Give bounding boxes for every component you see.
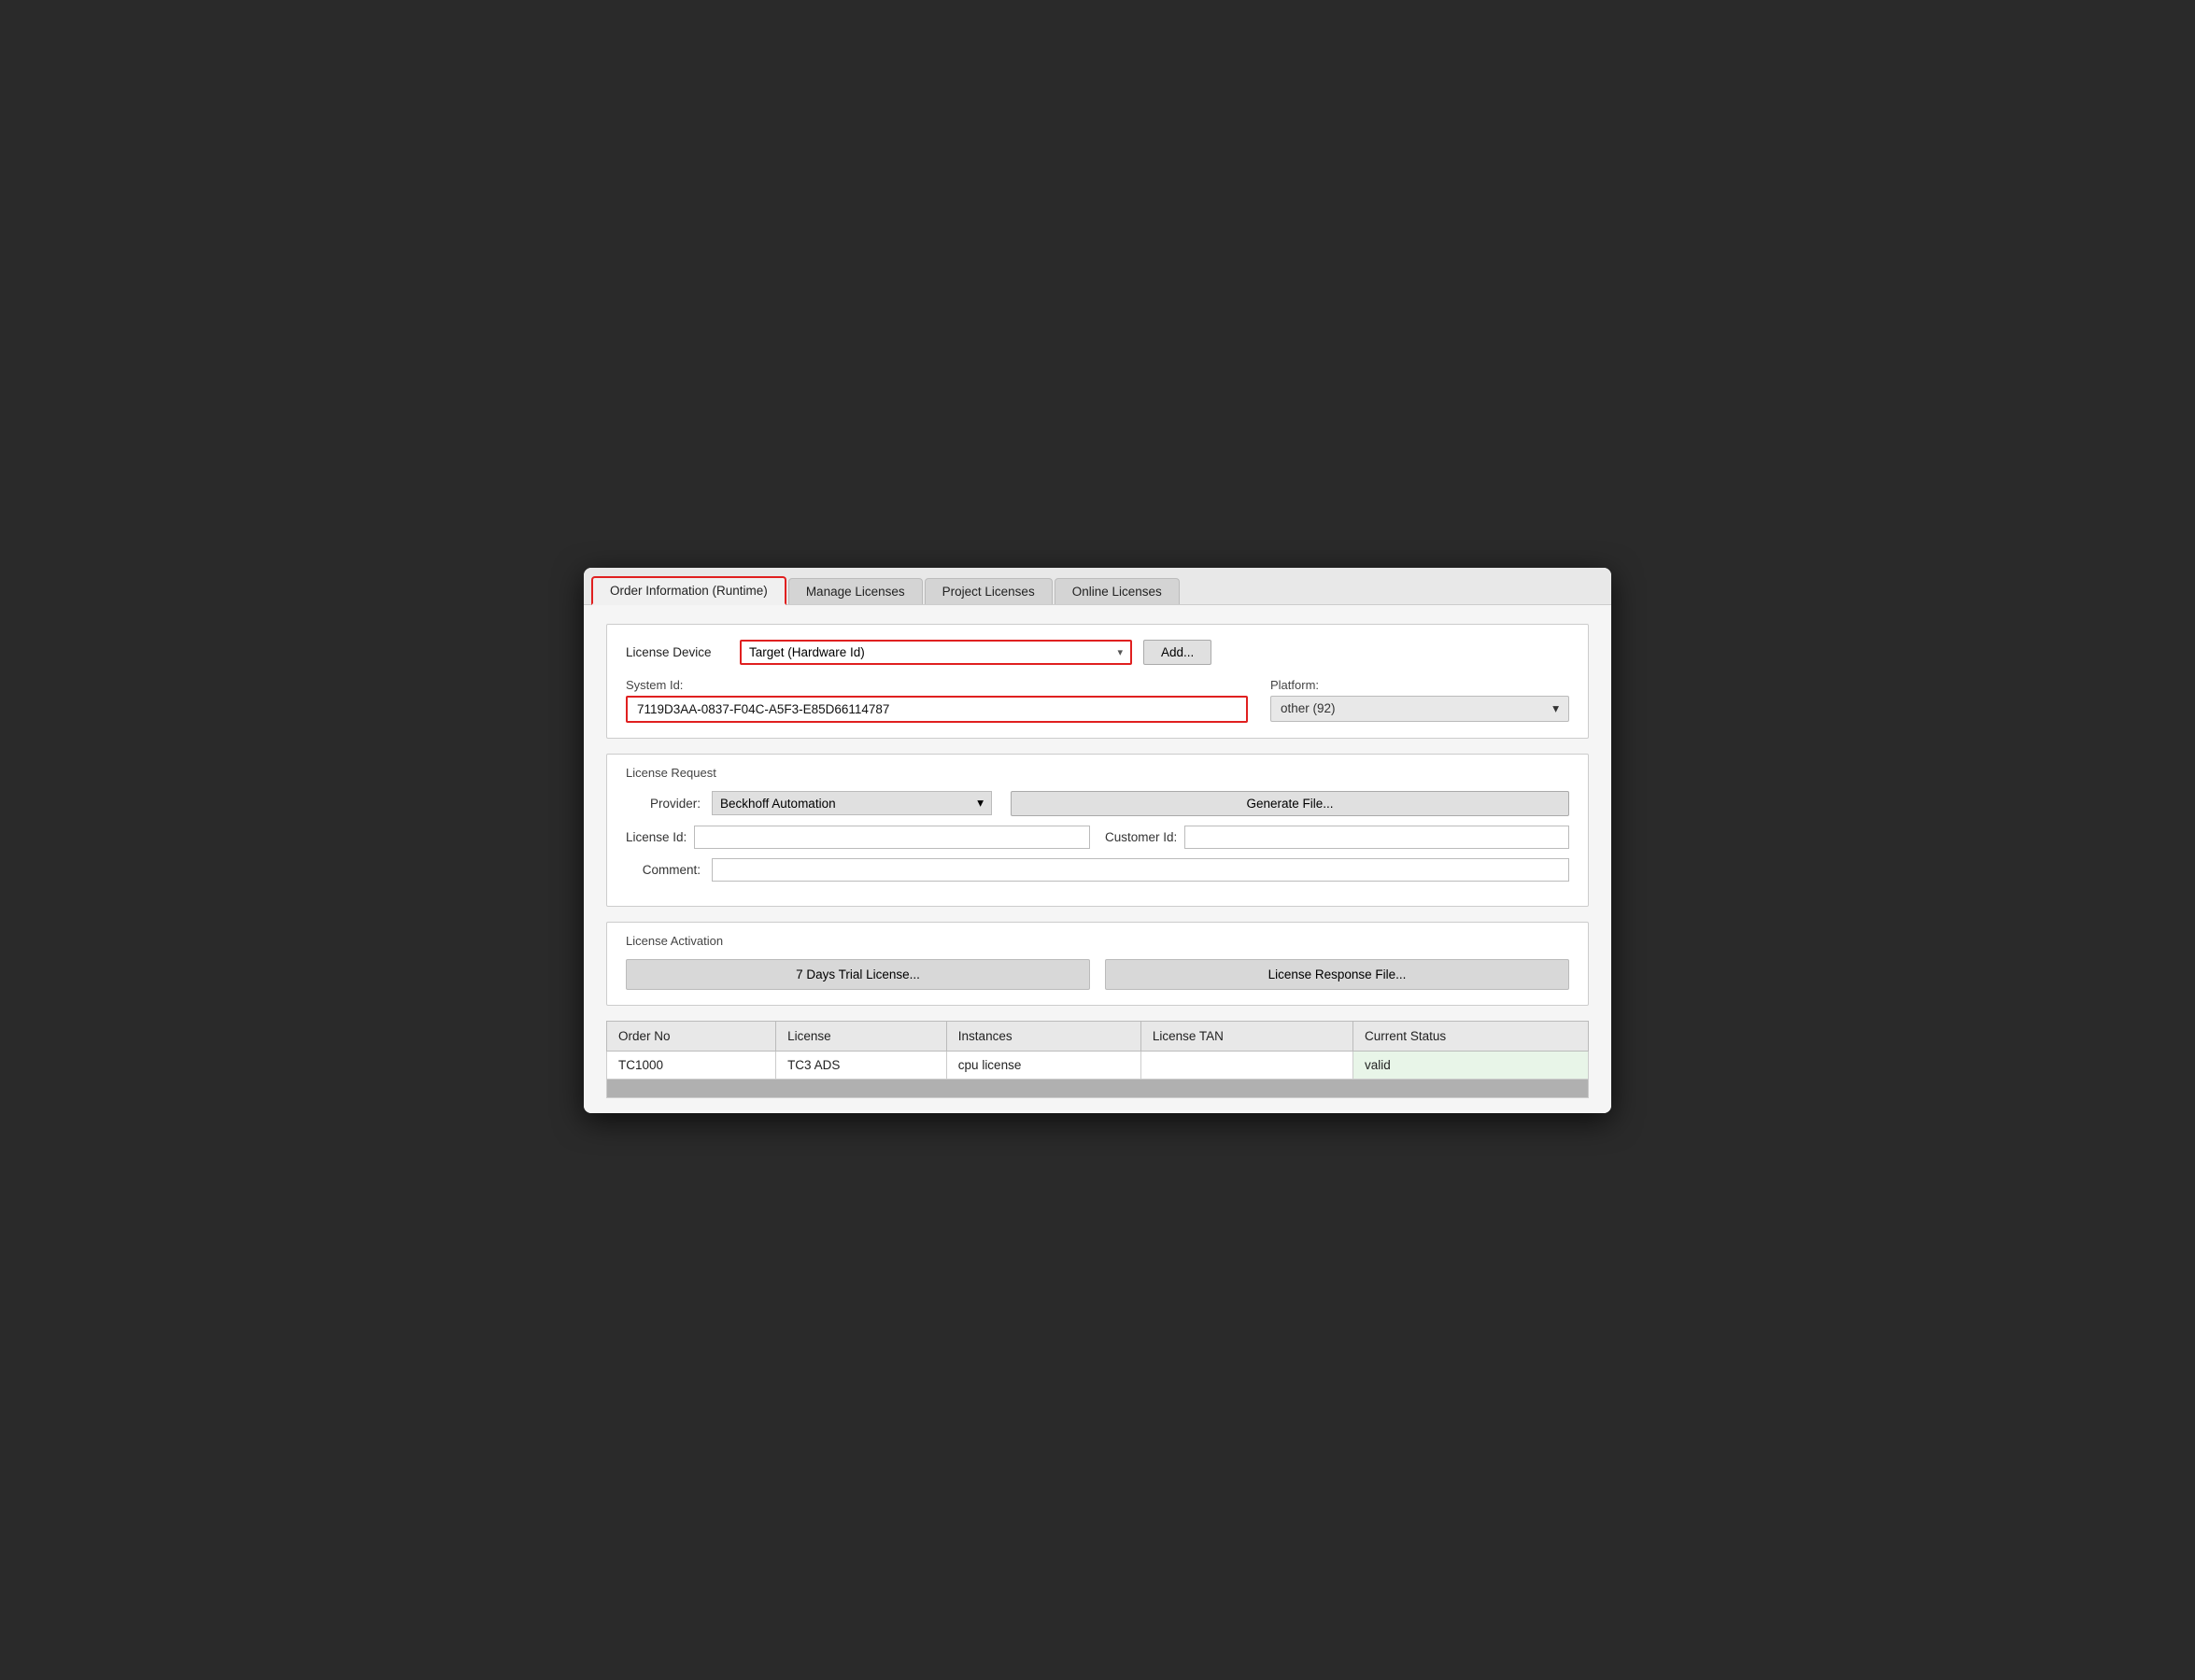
license-activation-section: License Activation 7 Days Trial License.… — [606, 922, 1589, 1006]
cell-order-no: TC1000 — [607, 1051, 776, 1079]
platform-block: Platform: other (92) ▾ — [1270, 678, 1569, 722]
response-file-button[interactable]: License Response File... — [1105, 959, 1569, 990]
chevron-down-icon: ▾ — [1117, 646, 1123, 658]
tab-manage-licenses[interactable]: Manage Licenses — [788, 578, 923, 604]
licenses-table-container: Order No License Instances License TAN C… — [606, 1021, 1589, 1098]
license-id-label: License Id: — [626, 830, 687, 844]
license-device-label: License Device — [626, 645, 729, 659]
col-order-no: Order No — [607, 1021, 776, 1051]
license-id-input[interactable] — [694, 826, 1090, 849]
col-instances: Instances — [946, 1021, 1140, 1051]
generate-file-button[interactable]: Generate File... — [1011, 791, 1569, 816]
provider-select[interactable]: Beckhoff Automation ▾ — [712, 791, 992, 815]
comment-row: Comment: — [626, 858, 1569, 882]
col-current-status: Current Status — [1353, 1021, 1589, 1051]
cell-instances: cpu license — [946, 1051, 1140, 1079]
tab-online-licenses[interactable]: Online Licenses — [1055, 578, 1180, 604]
table-footer — [606, 1080, 1589, 1098]
add-button[interactable]: Add... — [1143, 640, 1211, 665]
license-request-title: License Request — [626, 766, 1569, 780]
comment-input[interactable] — [712, 858, 1569, 882]
license-customer-id-row: License Id: Customer Id: — [626, 826, 1569, 849]
table-header-row: Order No License Instances License TAN C… — [607, 1021, 1589, 1051]
main-window: Order Information (Runtime) Manage Licen… — [584, 568, 1611, 1113]
license-request-section: License Request Provider: Beckhoff Autom… — [606, 754, 1589, 907]
id-platform-row: System Id: Platform: other (92) ▾ — [626, 678, 1569, 723]
system-id-block: System Id: — [626, 678, 1248, 723]
licenses-table: Order No License Instances License TAN C… — [606, 1021, 1589, 1080]
cell-license-tan — [1140, 1051, 1352, 1079]
provider-select-value: Beckhoff Automation — [720, 797, 836, 811]
license-device-select[interactable]: Target (Hardware Id) ▾ — [740, 640, 1132, 665]
platform-select[interactable]: other (92) ▾ — [1270, 696, 1569, 722]
cell-license: TC3 ADS — [776, 1051, 947, 1079]
system-id-input[interactable] — [626, 696, 1248, 723]
license-device-row: License Device Target (Hardware Id) ▾ Ad… — [626, 640, 1569, 665]
platform-label: Platform: — [1270, 678, 1569, 692]
system-id-label: System Id: — [626, 678, 1248, 692]
col-license: License — [776, 1021, 947, 1051]
license-id-pair: License Id: — [626, 826, 1090, 849]
cell-current-status: valid — [1353, 1051, 1589, 1079]
activation-buttons-row: 7 Days Trial License... License Response… — [626, 959, 1569, 990]
col-license-tan: License TAN — [1140, 1021, 1352, 1051]
platform-chevron-icon: ▾ — [1552, 701, 1559, 716]
platform-select-value: other (92) — [1281, 701, 1336, 715]
provider-row: Provider: Beckhoff Automation ▾ Generate… — [626, 791, 1569, 816]
license-device-select-value: Target (Hardware Id) — [749, 645, 865, 659]
provider-label: Provider: — [626, 797, 701, 811]
tab-order-information[interactable]: Order Information (Runtime) — [591, 576, 786, 605]
license-device-section: License Device Target (Hardware Id) ▾ Ad… — [606, 624, 1589, 739]
customer-id-pair: Customer Id: — [1105, 826, 1569, 849]
provider-chevron-icon: ▾ — [977, 796, 984, 811]
tab-project-licenses[interactable]: Project Licenses — [925, 578, 1053, 604]
table-row[interactable]: TC1000 TC3 ADS cpu license valid — [607, 1051, 1589, 1079]
tab-bar: Order Information (Runtime) Manage Licen… — [584, 568, 1611, 605]
customer-id-input[interactable] — [1184, 826, 1569, 849]
license-activation-title: License Activation — [626, 934, 1569, 948]
trial-license-button[interactable]: 7 Days Trial License... — [626, 959, 1090, 990]
customer-id-label: Customer Id: — [1105, 830, 1177, 844]
comment-label: Comment: — [626, 863, 701, 877]
content-area: License Device Target (Hardware Id) ▾ Ad… — [584, 605, 1611, 1113]
